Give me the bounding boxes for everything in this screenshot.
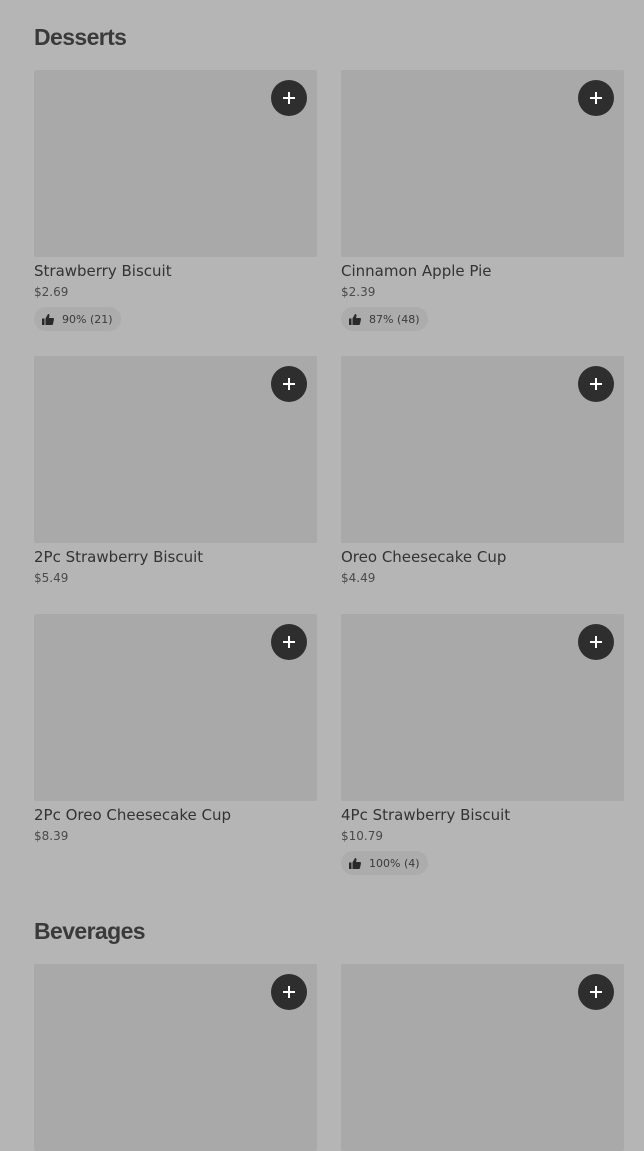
add-item-button[interactable]: [578, 80, 614, 116]
menu-item-card[interactable]: Oreo Cheesecake Cup $4.49: [341, 356, 625, 585]
add-item-button[interactable]: [578, 624, 614, 660]
plus-icon: [283, 636, 295, 648]
item-image[interactable]: [341, 356, 624, 543]
item-image[interactable]: [341, 70, 624, 257]
plus-icon: [283, 986, 295, 998]
item-name[interactable]: Strawberry Biscuit: [34, 262, 318, 280]
item-image[interactable]: [341, 964, 624, 1151]
item-name[interactable]: Oreo Cheesecake Cup: [341, 548, 625, 566]
menu-item-card[interactable]: 4Pc Strawberry Biscuit $10.79 100% (4): [341, 614, 625, 875]
item-image[interactable]: [341, 614, 624, 801]
thumbs-up-icon: [349, 857, 361, 869]
plus-icon: [590, 92, 602, 104]
item-price: $5.49: [34, 571, 69, 585]
add-item-button[interactable]: [271, 80, 307, 116]
thumbs-up-icon: [42, 313, 54, 325]
section-title-beverages: Beverages: [34, 918, 146, 944]
item-price: $2.39: [341, 285, 376, 299]
plus-icon: [590, 636, 602, 648]
add-item-button[interactable]: [578, 366, 614, 402]
item-name[interactable]: 4Pc Strawberry Biscuit: [341, 806, 625, 824]
item-price: $8.39: [34, 829, 69, 843]
plus-icon: [590, 378, 602, 390]
menu-item-card[interactable]: [34, 964, 318, 1151]
plus-icon: [283, 378, 295, 390]
menu-item-card[interactable]: Cinnamon Apple Pie $2.39 87% (48): [341, 70, 625, 331]
rating-badge: 100% (4): [341, 851, 428, 875]
item-price: $10.79: [341, 829, 383, 843]
section-title-desserts: Desserts: [34, 24, 127, 50]
menu-item-card[interactable]: [341, 964, 625, 1151]
add-item-button[interactable]: [271, 974, 307, 1010]
plus-icon: [283, 92, 295, 104]
add-item-button[interactable]: [271, 366, 307, 402]
item-name[interactable]: 2Pc Oreo Cheesecake Cup: [34, 806, 318, 824]
add-item-button[interactable]: [271, 624, 307, 660]
plus-icon: [590, 986, 602, 998]
item-name[interactable]: 2Pc Strawberry Biscuit: [34, 548, 318, 566]
item-image[interactable]: [34, 614, 317, 801]
rating-badge: 90% (21): [34, 307, 121, 331]
rating-text: 87% (48): [369, 312, 420, 326]
rating-text: 90% (21): [62, 312, 113, 326]
rating-badge: 87% (48): [341, 307, 428, 331]
item-name[interactable]: Cinnamon Apple Pie: [341, 262, 625, 280]
menu-item-card[interactable]: 2Pc Strawberry Biscuit $5.49: [34, 356, 318, 585]
item-price: $2.69: [34, 285, 69, 299]
item-price: $4.49: [341, 571, 376, 585]
thumbs-up-icon: [349, 313, 361, 325]
rating-text: 100% (4): [369, 856, 420, 870]
item-image[interactable]: [34, 964, 317, 1151]
item-image[interactable]: [34, 356, 317, 543]
item-image[interactable]: [34, 70, 317, 257]
menu-item-card[interactable]: Strawberry Biscuit $2.69 90% (21): [34, 70, 318, 331]
menu-item-card[interactable]: 2Pc Oreo Cheesecake Cup $8.39: [34, 614, 318, 843]
add-item-button[interactable]: [578, 974, 614, 1010]
